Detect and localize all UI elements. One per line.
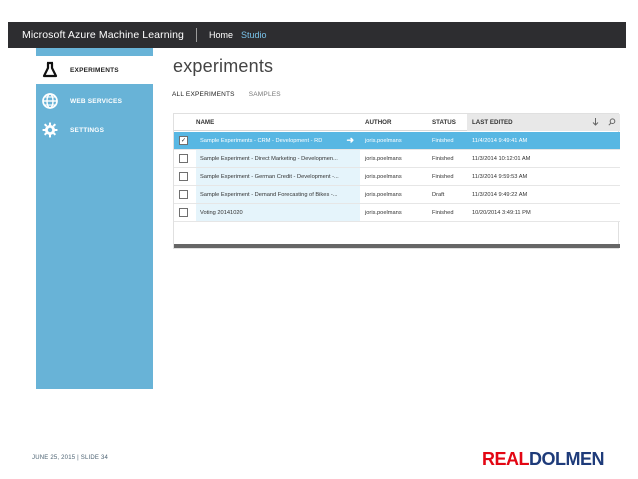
experiment-name-cell: Voting 20141020: [194, 204, 360, 221]
experiment-status: Finished: [432, 173, 454, 180]
experiment-status: Draft: [432, 191, 445, 198]
experiment-name-cell: Sample Experiment - Direct Marketing - D…: [194, 150, 360, 167]
experiment-name[interactable]: Sample Experiment - Demand Forecasting o…: [200, 192, 338, 198]
row-checkbox[interactable]: [179, 172, 188, 181]
experiment-author: joris.poelmans: [365, 191, 402, 198]
sidebar-item-label: WEB SERVICES: [70, 97, 123, 105]
experiment-status: Finished: [432, 155, 454, 162]
experiments-table: NAME AUTHOR STATUS LAST EDITED ✓ Sample …: [173, 113, 620, 249]
column-header-last-edited[interactable]: LAST EDITED: [467, 113, 587, 131]
table-header: NAME AUTHOR STATUS LAST EDITED: [174, 113, 620, 131]
row-checkbox[interactable]: [179, 190, 188, 199]
experiment-name-cell: Sample Experiment - German Credit - Deve…: [194, 168, 360, 185]
row-checkbox[interactable]: [179, 208, 188, 217]
experiment-name-container: Sample Experiment - Demand Forecasting o…: [196, 186, 360, 203]
experiment-name[interactable]: Sample Experiment - German Credit - Deve…: [200, 174, 339, 180]
table-row[interactable]: Sample Experiment - Demand Forecasting o…: [174, 186, 620, 204]
arrow-right-icon[interactable]: ➜: [344, 136, 354, 145]
sidebar-item-web-services[interactable]: WEB SERVICES: [36, 87, 153, 115]
experiment-author: joris.poelmans: [365, 155, 402, 162]
experiment-name-cell: Sample Experiments - CRM - Development -…: [194, 132, 360, 149]
experiment-name[interactable]: Voting 20141020: [200, 210, 243, 216]
experiment-name-container: Sample Experiments - CRM - Development -…: [196, 132, 360, 149]
row-checkbox[interactable]: [179, 154, 188, 163]
column-header-status[interactable]: STATUS: [427, 119, 467, 126]
flask-icon: [36, 56, 64, 84]
globe-icon: [36, 87, 64, 115]
experiment-author: joris.poelmans: [365, 137, 402, 144]
experiment-last-edited: 11/4/2014 9:49:41 AM: [472, 137, 528, 144]
presentation-slide: Microsoft Azure Machine Learning Home St…: [0, 0, 638, 479]
row-checkbox[interactable]: ✓: [179, 136, 188, 145]
table-bottom-bar: [174, 244, 620, 248]
row-check-cell: [174, 190, 194, 199]
experiment-author: joris.poelmans: [365, 209, 402, 216]
nav-separator: [195, 28, 197, 42]
table-row[interactable]: Sample Experiment - German Credit - Deve…: [174, 168, 620, 186]
experiment-last-edited: 10/20/2014 3:49:11 PM: [472, 209, 531, 216]
table-row[interactable]: Voting 20141020 joris.poelmans Finished …: [174, 204, 620, 222]
main-content: experiments ALL EXPERIMENTS SAMPLES NAME…: [153, 48, 626, 389]
column-header-author[interactable]: AUTHOR: [360, 119, 427, 126]
tab-all-experiments[interactable]: ALL EXPERIMENTS: [172, 91, 235, 98]
nav-studio-link[interactable]: Studio: [241, 30, 267, 40]
experiment-name-container: Voting 20141020: [196, 204, 360, 221]
realdolmen-logo: REALDOLMEN: [482, 449, 605, 470]
nav-home-link[interactable]: Home: [209, 30, 233, 40]
column-header-name[interactable]: NAME: [194, 119, 360, 126]
experiment-status: Finished: [432, 209, 454, 216]
column-header-label: LAST EDITED: [472, 118, 513, 126]
search-icon[interactable]: [607, 118, 616, 126]
page-title: experiments: [173, 56, 274, 76]
slide-footer-date: JUNE 25, 2015 | SLIDE 34: [32, 455, 109, 461]
top-navigation-bar: Microsoft Azure Machine Learning Home St…: [8, 22, 626, 48]
experiment-name[interactable]: Sample Experiment - Direct Marketing - D…: [200, 156, 338, 162]
sidebar-item-label: EXPERIMENTS: [70, 66, 119, 74]
table-body: ✓ Sample Experiments - CRM - Development…: [174, 132, 620, 222]
logo-real-text: REAL: [482, 449, 530, 469]
table-row[interactable]: Sample Experiment - Direct Marketing - D…: [174, 150, 620, 168]
experiment-status: Finished: [432, 137, 454, 144]
sidebar-item-settings[interactable]: SETTINGS: [36, 116, 153, 144]
tab-samples[interactable]: SAMPLES: [249, 91, 281, 98]
azure-ml-screenshot: Microsoft Azure Machine Learning Home St…: [8, 22, 626, 389]
experiment-author: joris.poelmans: [365, 173, 402, 180]
table-row[interactable]: ✓ Sample Experiments - CRM - Development…: [174, 132, 620, 150]
experiment-name-container: Sample Experiment - German Credit - Deve…: [196, 168, 360, 185]
table-tools: [587, 113, 620, 131]
logo-dolmen-text: DOLMEN: [529, 449, 605, 469]
sidebar-item-experiments[interactable]: EXPERIMENTS: [36, 56, 153, 84]
sort-down-icon[interactable]: [592, 118, 599, 126]
gear-icon: [36, 116, 64, 144]
experiment-last-edited: 11/3/2014 10:12:01 AM: [472, 155, 531, 162]
experiment-last-edited: 11/3/2014 9:59:53 AM: [472, 173, 528, 180]
left-sidebar: EXPERIMENTS WEB SERVICES SETTINGS: [36, 48, 153, 389]
experiment-name-container: Sample Experiment - Direct Marketing - D…: [196, 150, 360, 167]
row-check-cell: [174, 208, 194, 217]
row-check-cell: [174, 154, 194, 163]
experiment-name-cell: Sample Experiment - Demand Forecasting o…: [194, 186, 360, 203]
app-brand: Microsoft Azure Machine Learning: [22, 29, 184, 41]
experiment-name[interactable]: Sample Experiments - CRM - Development -…: [200, 138, 322, 144]
row-check-cell: ✓: [174, 136, 194, 145]
sidebar-item-label: SETTINGS: [70, 126, 105, 134]
experiment-tabs: ALL EXPERIMENTS SAMPLES: [172, 91, 281, 98]
row-check-cell: [174, 172, 194, 181]
experiment-last-edited: 11/3/2014 9:49:22 AM: [472, 191, 528, 198]
